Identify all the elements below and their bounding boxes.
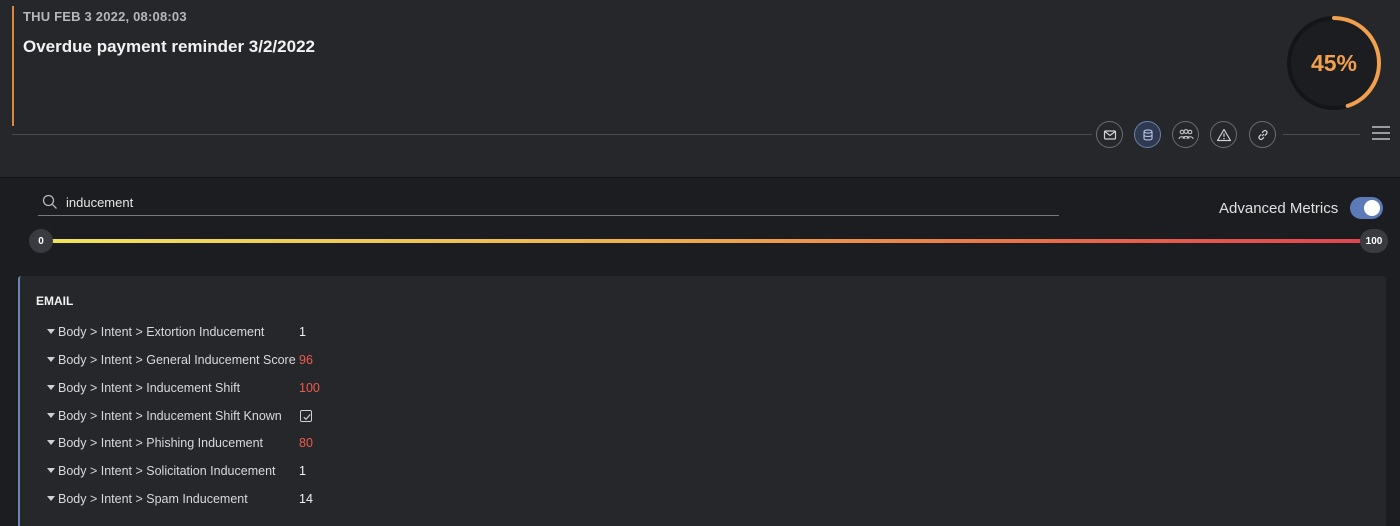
metric-label: Body > Intent > Solicitation Inducement xyxy=(58,464,276,478)
range-max-handle[interactable]: 100 xyxy=(1360,229,1388,253)
envelope-icon xyxy=(1103,129,1116,140)
checkbox-checked-icon xyxy=(300,410,312,422)
metric-label: Body > Intent > General Inducement Score xyxy=(58,353,296,367)
metric-row[interactable]: Body > Intent > Extortion Inducement 1 xyxy=(20,323,720,343)
advanced-metrics-label: Advanced Metrics xyxy=(1219,200,1339,217)
header-divider xyxy=(1283,134,1360,135)
header-accent-bar xyxy=(12,6,14,126)
message-header: THU FEB 3 2022, 08:08:03 Overdue payment… xyxy=(0,0,1400,178)
metric-row[interactable]: Body > Intent > Phishing Inducement 80 xyxy=(20,434,720,454)
search-input[interactable] xyxy=(66,192,1046,212)
advanced-metrics-toggle[interactable] xyxy=(1350,197,1383,219)
metric-value: 100 xyxy=(299,381,320,395)
metric-row[interactable]: Body > Intent > General Inducement Score… xyxy=(20,351,720,371)
link-button[interactable] xyxy=(1249,121,1276,148)
caret-down-icon[interactable] xyxy=(47,329,55,334)
metric-row[interactable]: Body > Intent > Inducement Shift 100 xyxy=(20,379,720,399)
metric-value: 14 xyxy=(299,492,313,506)
range-min-handle[interactable]: 0 xyxy=(29,229,53,253)
search-bar xyxy=(38,190,1059,216)
message-date: THU FEB 3 2022, 08:08:03 xyxy=(23,9,187,24)
caret-down-icon[interactable] xyxy=(47,357,55,362)
metric-value: 1 xyxy=(299,325,306,339)
database-button[interactable] xyxy=(1134,121,1161,148)
link-icon xyxy=(1257,129,1268,140)
metric-row[interactable]: Body > Intent > Inducement Shift Known xyxy=(20,407,720,427)
toggle-knob xyxy=(1364,200,1380,216)
metric-label: Body > Intent > Phishing Inducement xyxy=(58,436,263,450)
users-icon xyxy=(1178,128,1193,139)
metric-label: Body > Intent > Extortion Inducement xyxy=(58,325,265,339)
database-icon xyxy=(1142,128,1153,140)
warning-button[interactable] xyxy=(1210,121,1237,148)
caret-down-icon[interactable] xyxy=(47,496,55,501)
score-gauge: 45% xyxy=(1285,14,1383,112)
message-title: Overdue payment reminder 3/2/2022 xyxy=(23,37,315,56)
score-gauge-label: 45% xyxy=(1310,50,1358,76)
metric-value: 1 xyxy=(299,464,306,478)
users-button[interactable] xyxy=(1172,121,1199,148)
caret-down-icon[interactable] xyxy=(47,413,55,418)
metric-label: Body > Intent > Inducement Shift Known xyxy=(58,409,282,423)
header-divider xyxy=(12,134,1092,135)
warning-icon xyxy=(1216,128,1231,141)
caret-down-icon[interactable] xyxy=(47,440,55,445)
email-metrics-panel: EMAIL Body > Intent > Extortion Induceme… xyxy=(18,276,1386,526)
email-button[interactable] xyxy=(1096,121,1123,148)
metric-row[interactable]: Body > Intent > Spam Inducement 14 xyxy=(20,490,720,510)
panel-title: EMAIL xyxy=(36,294,74,308)
caret-down-icon[interactable] xyxy=(47,385,55,390)
search-icon xyxy=(42,194,57,209)
hamburger-menu-icon[interactable] xyxy=(1372,126,1390,142)
metric-row[interactable]: Body > Intent > Solicitation Inducement … xyxy=(20,462,720,482)
metric-label: Body > Intent > Spam Inducement xyxy=(58,492,248,506)
score-range-track[interactable] xyxy=(41,239,1373,243)
metric-value: 96 xyxy=(299,353,313,367)
metric-value: 80 xyxy=(299,436,313,450)
metric-label: Body > Intent > Inducement Shift xyxy=(58,381,241,395)
caret-down-icon[interactable] xyxy=(47,468,55,473)
